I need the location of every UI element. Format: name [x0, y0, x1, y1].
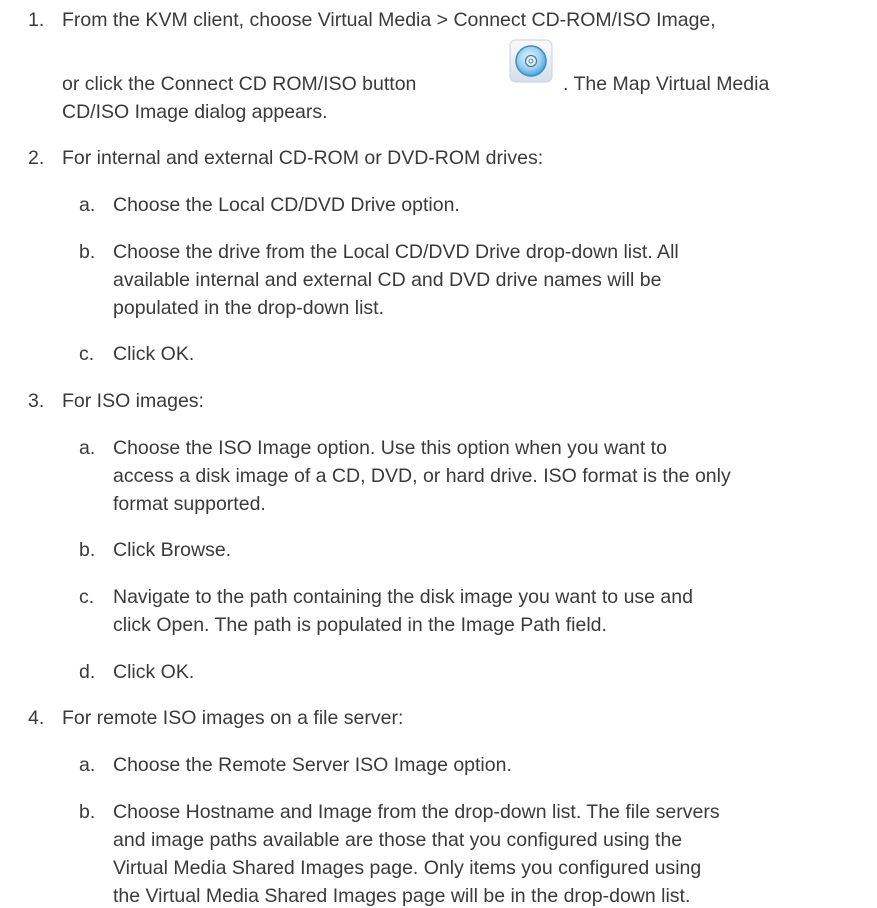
substep-text: Choose the ISO Image option. Use this op…: [113, 437, 667, 459]
substep-text: Virtual Media Shared Images page. Only i…: [113, 857, 702, 879]
substep-text: Navigate to the path containing the disk…: [113, 586, 693, 608]
substep-letter: a.: [79, 194, 96, 216]
substep-text: Choose the Local CD/DVD Drive option.: [113, 194, 460, 216]
step-text: From the KVM client, choose Virtual Medi…: [62, 9, 716, 31]
substep-letter: b.: [79, 801, 96, 823]
document-page: 1. From the KVM client, choose Virtual M…: [0, 0, 877, 907]
step-number: 3.: [28, 390, 45, 412]
substep-letter: a.: [79, 754, 96, 776]
step-text: For remote ISO images on a file server:: [62, 707, 404, 729]
substep-text: the Virtual Media Shared Images page wil…: [113, 885, 691, 907]
substep-text: and image paths available are those that…: [113, 829, 683, 851]
substep-letter: d.: [79, 661, 96, 683]
substep-text: click Open. The path is populated in the…: [113, 614, 607, 636]
step-text: CD/ISO Image dialog appears.: [62, 101, 328, 123]
step-text: For internal and external CD-ROM or DVD-…: [62, 147, 544, 169]
substep-text: Click OK.: [113, 661, 195, 683]
substep-letter: b.: [79, 539, 96, 561]
substep-text: Choose the drive from the Local CD/DVD D…: [113, 241, 679, 263]
step-number: 2.: [28, 147, 45, 169]
step-text: . The Map Virtual Media: [563, 73, 770, 95]
substep-text: available internal and external CD and D…: [113, 269, 662, 291]
substep-letter: b.: [79, 241, 96, 263]
substep-text: access a disk image of a CD, DVD, or har…: [113, 465, 731, 487]
step-text: or click the Connect CD ROM/ISO button: [62, 73, 417, 95]
substep-letter: c.: [79, 586, 95, 608]
substep-text: Click OK.: [113, 343, 195, 365]
substep-text: Choose the Remote Server ISO Image optio…: [113, 754, 512, 776]
substep-letter: a.: [79, 437, 96, 459]
substep-text: Choose Hostname and Image from the drop-…: [113, 801, 720, 823]
substep-text: format supported.: [113, 493, 266, 515]
substep-text: Click Browse.: [113, 539, 232, 561]
step-text: For ISO images:: [62, 390, 204, 412]
substep-letter: c.: [79, 343, 95, 365]
step-number: 4.: [28, 707, 45, 729]
substep-text: populated in the drop-down list.: [113, 297, 385, 319]
cd-rom-icon: [509, 39, 553, 83]
step-number: 1.: [28, 9, 45, 31]
